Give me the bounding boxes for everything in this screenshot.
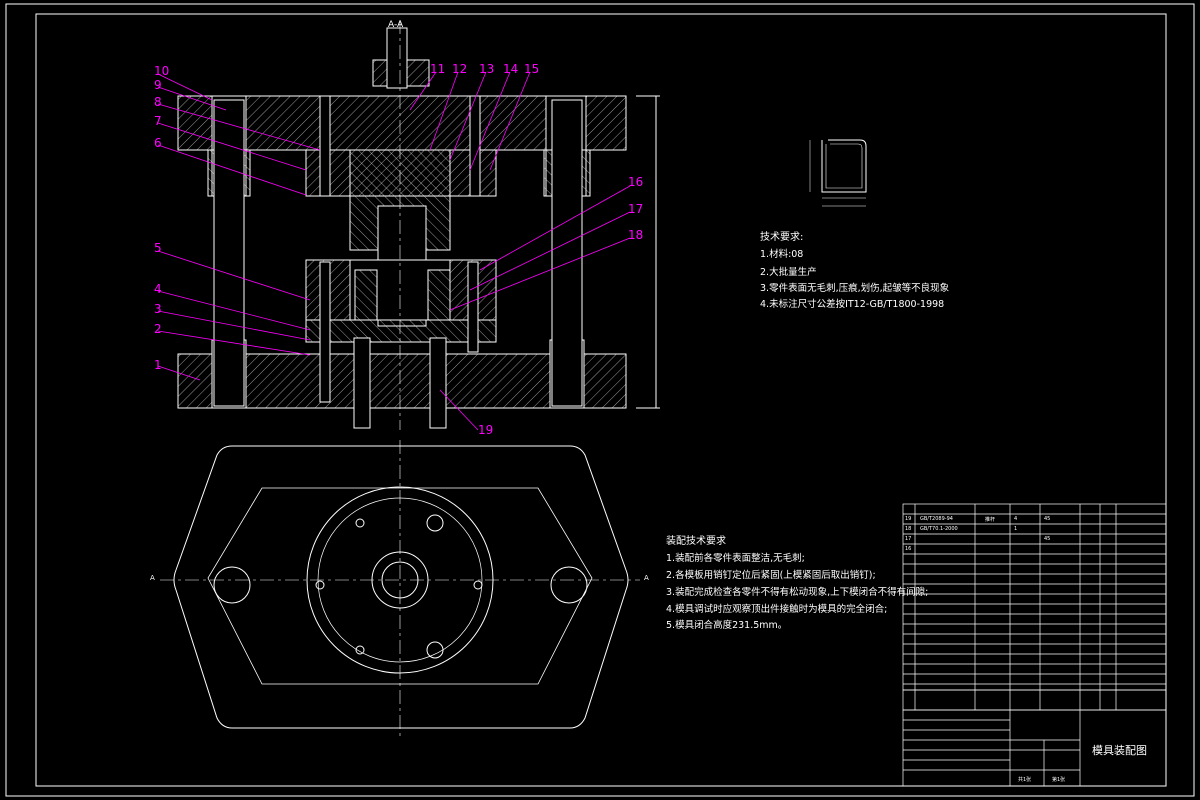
part-number: 12 — [452, 62, 468, 76]
bom-cell: GB/T70.1-2000 — [920, 526, 958, 532]
assembly-tech-title: 装配技术要求 — [666, 536, 726, 547]
bom-cell: 45 — [1044, 516, 1051, 522]
part-number: 13 — [479, 62, 495, 76]
part-number: 14 — [503, 62, 519, 76]
part-number: 11 — [430, 62, 446, 76]
part-number: 16 — [628, 175, 644, 189]
section-mark-right: A — [644, 574, 649, 582]
part-number: 4 — [154, 282, 162, 296]
plan-view — [160, 440, 640, 740]
part-number: 6 — [154, 136, 162, 150]
assembly-tech-item: 5.模具闭合高度231.5mm。 — [666, 620, 788, 631]
bom-cell: 16 — [905, 546, 912, 552]
part-tech-item: 1.材料:08 — [760, 249, 804, 260]
section-view — [177, 20, 660, 430]
part-tech-title: 技术要求: — [760, 232, 804, 243]
part-number: 3 — [154, 302, 162, 316]
sheet-number: 第1张 — [1052, 777, 1066, 783]
part-number: 15 — [524, 62, 540, 76]
part-tech-item: 3.零件表面无毛刺,压痕,划伤,起皱等不良现象 — [760, 283, 950, 294]
bom-cell: GB/T2089-94 — [920, 516, 953, 522]
part-number: 5 — [154, 241, 162, 255]
sheet-count: 共1张 — [1018, 777, 1032, 783]
section-label: A-A — [388, 20, 404, 30]
part-number: 18 — [628, 228, 644, 242]
assembly-tech-item: 2.各模板用销钉定位后紧固(上模紧固后取出销钉); — [666, 570, 876, 581]
bom-cell: 17 — [905, 536, 912, 542]
part-tech-item: 2.大批量生产 — [760, 267, 817, 278]
part-number: 1 — [154, 358, 162, 372]
bom-cell: 19 — [905, 516, 912, 522]
part-tech-item: 4.未标注尺寸公差按IT12-GB/T1800-1998 — [760, 299, 945, 310]
part-number: 19 — [478, 423, 494, 437]
part-number: 7 — [154, 114, 162, 128]
assembly-tech-item: 3.装配完成检查各零件不得有松动现象,上下模闭合不得有间隙; — [666, 587, 929, 598]
part-number: 10 — [154, 64, 170, 78]
bom-cell: 1 — [1014, 526, 1018, 532]
bom-cell: 4 — [1014, 516, 1018, 522]
part-number: 8 — [154, 95, 162, 109]
part-number: 9 — [154, 78, 162, 92]
section-mark-left: A — [150, 574, 155, 582]
bom-cell: 推杆 — [985, 517, 996, 523]
assembly-tech-item: 1.装配前各零件表面整洁,无毛刺; — [666, 553, 805, 564]
part-number: 17 — [628, 202, 644, 216]
bom-cell: 45 — [1044, 536, 1051, 542]
drawing-title: 模具装配图 — [1092, 744, 1147, 757]
bom-cell: 18 — [905, 526, 912, 532]
part-sketch — [809, 139, 867, 207]
assembly-tech-item: 4.模具调试时应观察顶出件接触时为模具的完全闭合; — [666, 604, 888, 615]
part-number: 2 — [154, 322, 162, 336]
cad-drawing — [5, 3, 1195, 797]
